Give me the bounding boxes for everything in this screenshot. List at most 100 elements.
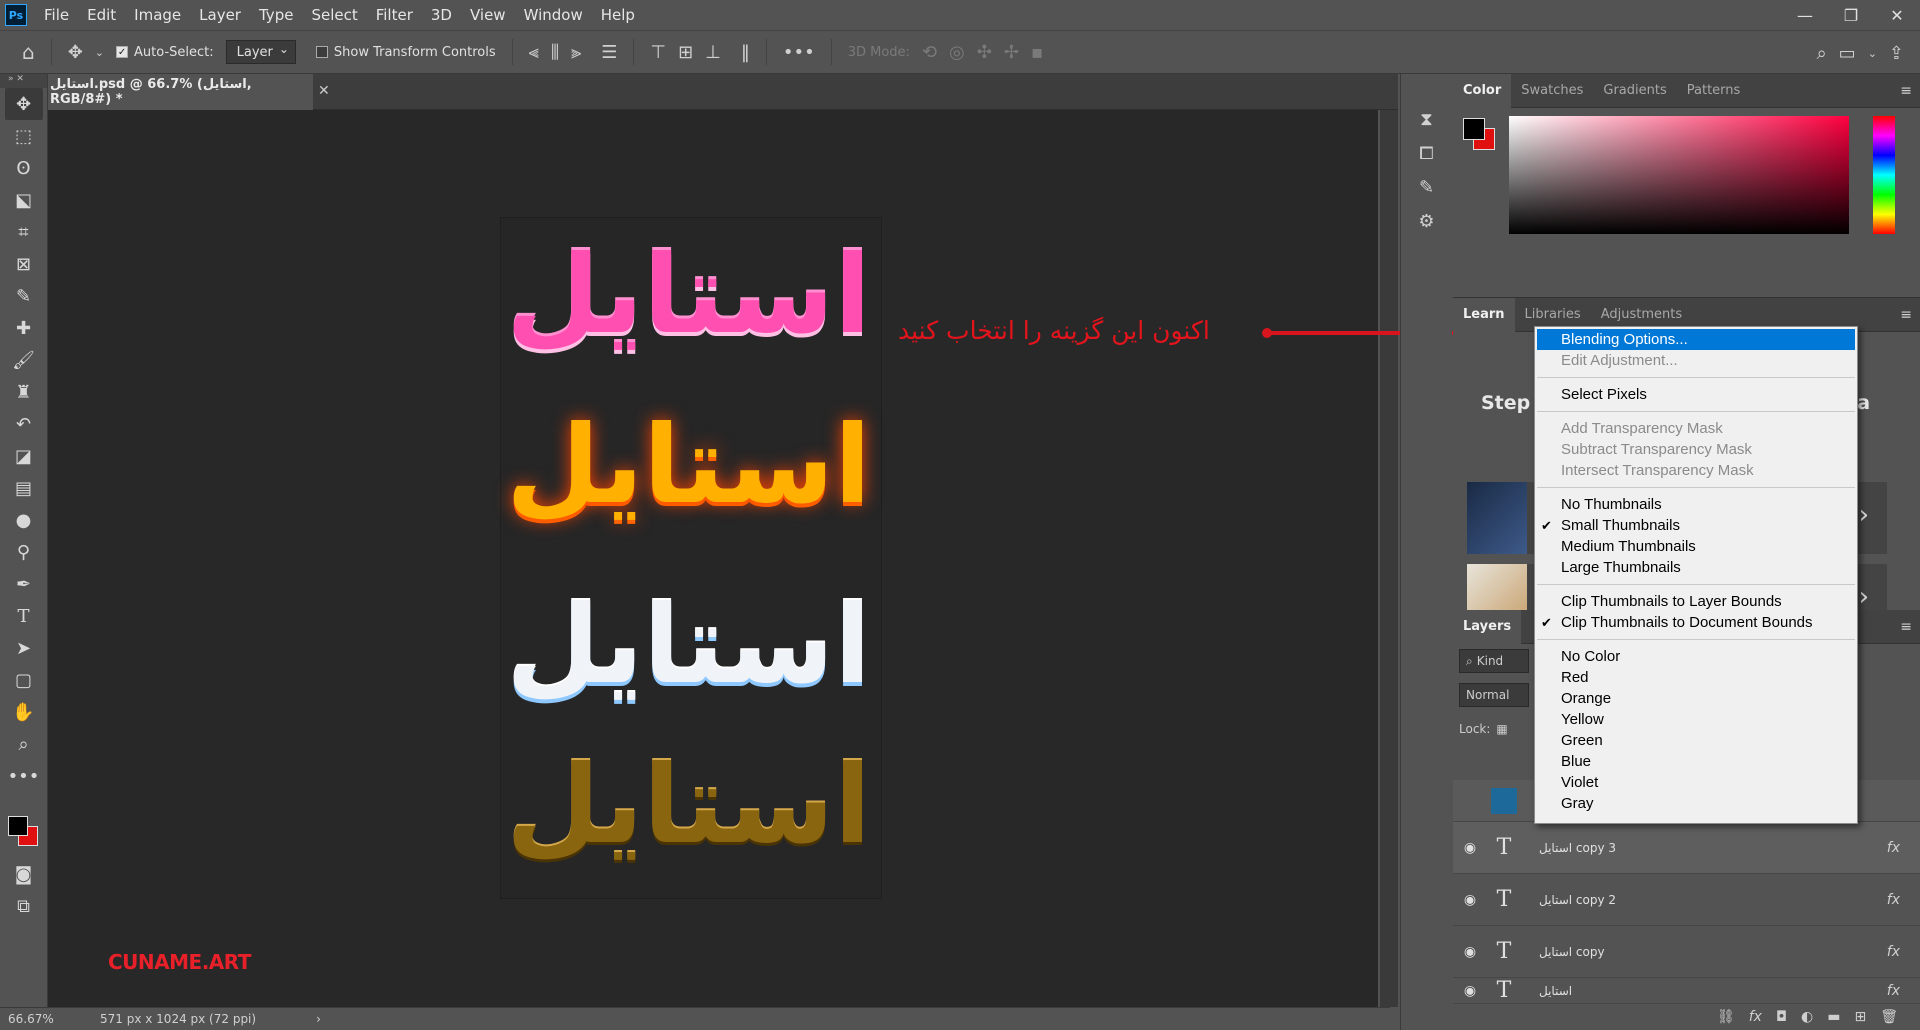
properties-panel-icon[interactable]: ⚙ (1407, 204, 1447, 238)
zoom-icon[interactable]: ⌕ (5, 728, 43, 760)
frame-icon[interactable]: ⊠ (5, 248, 43, 280)
menu-item-blending-options[interactable]: Blending Options... (1537, 329, 1855, 350)
add-mask-icon[interactable]: ◘ (1776, 1009, 1787, 1025)
auto-select-checkbox[interactable]: ✓ Auto-Select: (116, 45, 214, 60)
menu-item-small-thumbnails[interactable]: ✔ Small Thumbnails (1535, 515, 1857, 536)
menu-edit[interactable]: Edit (78, 6, 125, 24)
panel-menu-icon[interactable]: ≡ (1900, 619, 1912, 635)
status-menu-arrow-icon[interactable]: › (316, 1012, 321, 1026)
chevron-down-icon[interactable]: ⌄ (1868, 47, 1877, 60)
dodge-icon[interactable]: ⚲ (5, 536, 43, 568)
menu-item-select-pixels[interactable]: Select Pixels (1535, 384, 1857, 405)
visibility-eye-icon[interactable]: ◉ (1453, 983, 1487, 999)
healing-brush-icon[interactable]: ✚ (5, 312, 43, 344)
history-panel-icon[interactable]: ⧗ (1407, 102, 1447, 136)
menu-item-gray[interactable]: Gray (1535, 793, 1857, 814)
layer-effects-icon[interactable]: fx (1860, 944, 1920, 960)
3d-slide-icon[interactable]: ✢ (1004, 42, 1019, 63)
3d-pan-icon[interactable]: ✣ (977, 42, 992, 63)
visibility-eye-icon[interactable]: ◉ (1453, 840, 1487, 856)
menu-help[interactable]: Help (592, 6, 644, 24)
type-tool-icon[interactable]: T (5, 600, 43, 632)
toolbar-collapse-handle[interactable]: » ✕ (0, 74, 47, 88)
menu-item-clip-thumbnails-to-document-bounds[interactable]: ✔ Clip Thumbnails to Document Bounds (1535, 612, 1857, 633)
rectangular-marquee-icon[interactable]: ⬚ (5, 120, 43, 152)
layer-row[interactable]: ◉ T استایل copy 2 fx (1453, 874, 1920, 926)
layer-effects-icon[interactable]: fx (1860, 983, 1920, 999)
object-selection-icon[interactable]: ⬕ (5, 184, 43, 216)
hand-icon[interactable]: ✋ (5, 696, 43, 728)
show-transform-controls-checkbox[interactable]: Show Transform Controls (315, 45, 496, 60)
visibility-eye-icon[interactable]: ◉ (1453, 944, 1487, 960)
menu-item-violet[interactable]: Violet (1535, 772, 1857, 793)
gradient-icon[interactable]: ▤ (5, 472, 43, 504)
3d-roll-icon[interactable]: ◎ (949, 42, 965, 63)
link-layers-icon[interactable]: ⛓ (1717, 1009, 1735, 1025)
distribute-vertical-icon[interactable]: ‖ (741, 42, 750, 63)
visibility-eye-icon[interactable]: ◉ (1453, 892, 1487, 908)
canvas-area[interactable]: استایل استایل استایل استایل CUNAME.ART (48, 110, 1378, 1007)
clone-stamp-icon[interactable]: ♜ (5, 376, 43, 408)
menu-item-clip-thumbnails-to-layer-bounds[interactable]: Clip Thumbnails to Layer Bounds (1535, 591, 1857, 612)
adjustment-layer-icon[interactable]: ◐ (1801, 1009, 1813, 1025)
share-icon[interactable]: ⇪ (1889, 43, 1904, 64)
tab-gradients[interactable]: Gradients (1593, 74, 1676, 108)
3d-panel-icon[interactable]: ⧠ (1407, 136, 1447, 170)
crop-icon[interactable]: ⌗ (5, 216, 43, 248)
layer-kind-filter[interactable]: ⌕ Kind (1459, 649, 1529, 673)
menu-item-no-color[interactable]: No Color (1535, 646, 1857, 667)
foreground-color-swatch[interactable] (8, 816, 28, 836)
panel-menu-icon[interactable]: ≡ (1900, 83, 1912, 99)
menu-view[interactable]: View (461, 6, 515, 24)
3d-orbit-icon[interactable]: ⟲ (922, 42, 937, 63)
menu-layer[interactable]: Layer (190, 6, 250, 24)
vertical-scrollbar[interactable] (1380, 110, 1398, 1007)
menu-item-green[interactable]: Green (1535, 730, 1857, 751)
panel-menu-icon[interactable]: ≡ (1900, 307, 1912, 323)
menu-item-orange[interactable]: Orange (1535, 688, 1857, 709)
quick-mask-icon[interactable]: ◙ (5, 858, 43, 890)
tab-swatches[interactable]: Swatches (1511, 74, 1593, 108)
menu-type[interactable]: Type (250, 6, 302, 24)
align-top-icon[interactable]: ⊤ (650, 42, 666, 63)
add-layer-style-icon[interactable]: fx (1749, 1009, 1762, 1025)
menu-item-blue[interactable]: Blue (1535, 751, 1857, 772)
blend-mode-dropdown[interactable]: Normal (1459, 683, 1529, 707)
new-group-icon[interactable]: ▬ (1827, 1009, 1840, 1025)
menu-file[interactable]: File (35, 6, 78, 24)
zoom-level[interactable]: 66.67% (0, 1012, 60, 1026)
align-horizontal-center-icon[interactable]: ⫼ (551, 42, 559, 63)
eraser-icon[interactable]: ◪ (5, 440, 43, 472)
path-selection-icon[interactable]: ➤ (5, 632, 43, 664)
align-right-icon[interactable]: ⫸ (571, 42, 581, 63)
restore-button[interactable]: ❐ (1828, 0, 1874, 30)
close-tab-icon[interactable]: ✕ (318, 83, 330, 99)
blur-icon[interactable]: ● (5, 504, 43, 536)
align-vertical-center-icon[interactable]: ⊞ (678, 42, 693, 63)
menu-filter[interactable]: Filter (367, 6, 422, 24)
brush-icon[interactable]: 🖌 (5, 344, 43, 376)
hue-slider[interactable] (1873, 116, 1895, 234)
document-tab[interactable]: استایل.psd @ 66.7% (استایل, RGB/8#) * (48, 74, 313, 110)
minimize-button[interactable]: — (1782, 0, 1828, 30)
lock-transparent-icon[interactable]: ▦ (1496, 722, 1507, 736)
chevron-down-icon[interactable]: ⌄ (95, 46, 104, 59)
lasso-icon[interactable]: ʘ (5, 152, 43, 184)
layer-effects-icon[interactable]: fx (1860, 840, 1920, 856)
eyedropper-icon[interactable]: ✎ (5, 280, 43, 312)
menu-item-no-thumbnails[interactable]: No Thumbnails (1535, 494, 1857, 515)
shape-icon[interactable]: ▢ (5, 664, 43, 696)
align-left-icon[interactable]: ⫷ (529, 42, 539, 63)
close-button[interactable]: ✕ (1874, 0, 1920, 30)
layer-effects-icon[interactable]: fx (1860, 892, 1920, 908)
more-options-icon[interactable]: ••• (783, 42, 815, 63)
pen-icon[interactable]: ✒ (5, 568, 43, 600)
menu-select[interactable]: Select (302, 6, 366, 24)
move-tool-icon[interactable]: ✥ (4, 88, 43, 120)
search-icon[interactable]: ⌕ (1817, 43, 1827, 64)
menu-image[interactable]: Image (125, 6, 190, 24)
color-panel-foreground-swatch[interactable] (1463, 118, 1485, 140)
menu-item-medium-thumbnails[interactable]: Medium Thumbnails (1535, 536, 1857, 557)
history-brush-icon[interactable]: ↶ (5, 408, 43, 440)
tab-layers[interactable]: Layers (1453, 609, 1522, 644)
